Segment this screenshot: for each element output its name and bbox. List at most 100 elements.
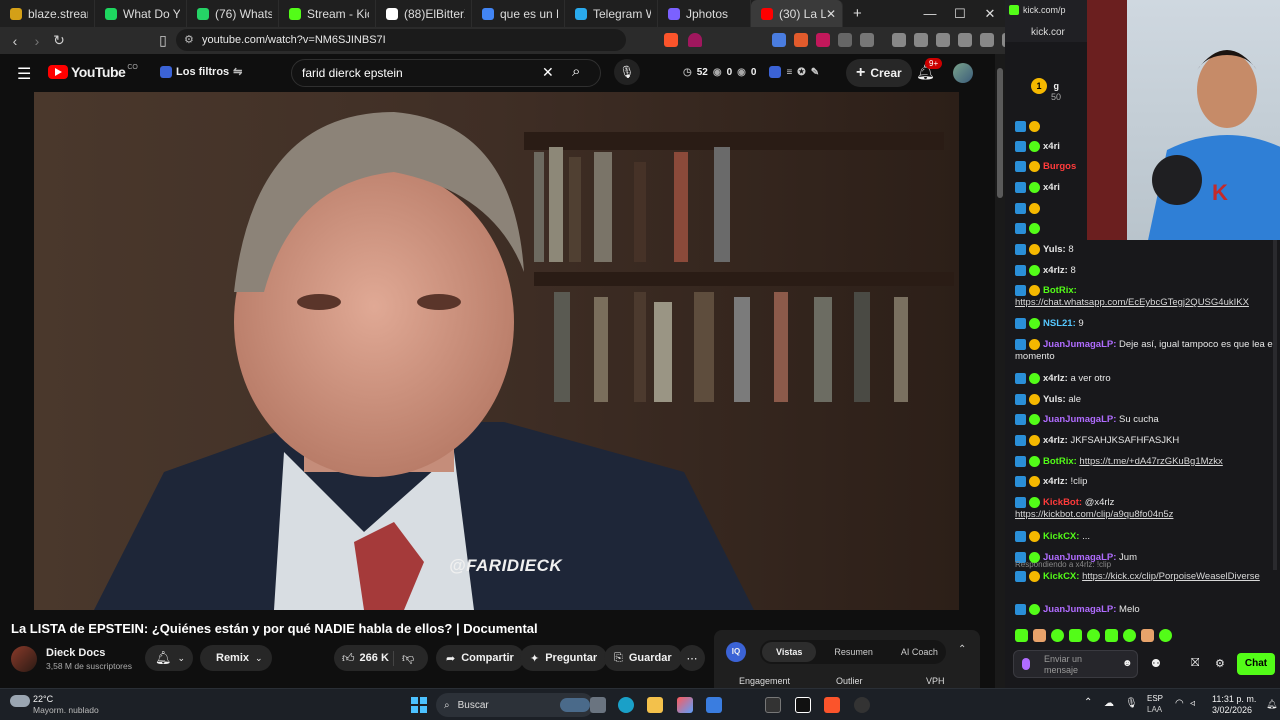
- clock-time[interactable]: 11:31 p. m.: [1212, 694, 1256, 704]
- minimize-button[interactable]: —: [915, 6, 945, 22]
- kick-scrollbar[interactable]: [1273, 240, 1277, 570]
- collapse-icon[interactable]: ⌃: [958, 644, 966, 655]
- emote-icon[interactable]: [1015, 629, 1028, 642]
- page-scrollbar[interactable]: [995, 54, 1005, 688]
- maximize-button[interactable]: ☐: [945, 6, 975, 22]
- chat-username[interactable]: KickBot:: [1043, 497, 1082, 508]
- tray-mic-icon[interactable]: 🎙: [1125, 698, 1138, 709]
- notifications-bell-button[interactable]: 🔔︎ ⌄: [145, 645, 193, 671]
- wifi-icon[interactable]: ◠: [1175, 698, 1184, 709]
- chat-username[interactable]: x4rlz:: [1043, 435, 1068, 446]
- browser-tab[interactable]: (88)ElBitterX (@el: [376, 0, 472, 27]
- browser-tab[interactable]: Telegram Web: [565, 0, 658, 27]
- emote-icon[interactable]: [1069, 629, 1082, 642]
- browser-tab[interactable]: (30) La LI ✕: [751, 0, 843, 27]
- store-icon[interactable]: [706, 697, 722, 713]
- language-indicator[interactable]: ESP: [1147, 694, 1163, 703]
- video-player[interactable]: @FARIDIECK: [34, 92, 959, 610]
- gift-icon[interactable]: ⛝: [1191, 657, 1199, 670]
- tab-resumen[interactable]: Resumen: [834, 647, 873, 657]
- sidebar-icon[interactable]: [914, 33, 928, 47]
- chat-username[interactable]: x4rlz:: [1043, 265, 1068, 276]
- like-button[interactable]: 👍︎ 266 K: [334, 650, 394, 666]
- list-icon[interactable]: ≡: [786, 67, 792, 78]
- scrollbar-thumb[interactable]: [997, 68, 1003, 198]
- filters-button[interactable]: Los filtros ⇋: [160, 65, 242, 78]
- voice-search-icon[interactable]: 🎙: [614, 59, 640, 85]
- search-input[interactable]: farid dierck epstein: [302, 66, 403, 80]
- tray-chevron-icon[interactable]: ⌃: [1084, 697, 1092, 708]
- browser-tab[interactable]: blaze.stream/stre: [0, 0, 95, 27]
- tab-vistas[interactable]: Vistas: [762, 642, 817, 662]
- chat-link[interactable]: https://kickbot.com/clip/a9qu8fo04n5z: [1015, 509, 1275, 521]
- settings-icon[interactable]: ⚙: [1215, 657, 1225, 670]
- vpn-icon[interactable]: [980, 33, 994, 47]
- taskbar-search[interactable]: ⌕ Buscar: [436, 693, 594, 717]
- task-view-icon[interactable]: [590, 697, 606, 713]
- brave-icon[interactable]: [824, 697, 840, 713]
- close-button[interactable]: ✕: [975, 6, 1005, 22]
- chat-username[interactable]: Yuls:: [1043, 244, 1066, 255]
- hamburger-menu-icon[interactable]: ☰: [17, 64, 31, 84]
- chat-username[interactable]: BotRix:: [1043, 285, 1077, 296]
- emote-icon[interactable]: [1159, 629, 1172, 642]
- dislike-button[interactable]: 👎︎: [394, 651, 414, 666]
- ext-icon[interactable]: ✪: [797, 67, 805, 78]
- translate-ext-icon[interactable]: [772, 33, 786, 47]
- chat-username[interactable]: x4rlz:: [1043, 476, 1068, 487]
- chat-link[interactable]: https://kick.cx/clip/PorpoiseWeaselDiver…: [1082, 571, 1260, 582]
- reload-icon[interactable]: ↻: [48, 32, 70, 49]
- chat-username[interactable]: BotRix:: [1043, 456, 1077, 467]
- back-icon[interactable]: ‹: [4, 33, 26, 49]
- tray-icon[interactable]: ☁: [1104, 698, 1114, 709]
- photos-icon[interactable]: [677, 697, 693, 713]
- chat-link[interactable]: https://t.me/+dA47rzGKuBg1Mzkx: [1079, 456, 1222, 467]
- browser-tab[interactable]: Jphotos: [658, 0, 751, 27]
- chat-users-icon[interactable]: ⚉: [1151, 657, 1161, 670]
- avatar[interactable]: [953, 63, 973, 83]
- url-field[interactable]: ⚙ youtube.com/watch?v=NM6SJINBS7I: [176, 29, 626, 51]
- forward-icon[interactable]: ›: [26, 33, 48, 49]
- music-icon[interactable]: [892, 33, 906, 47]
- weather-temp[interactable]: 22°C: [33, 694, 53, 704]
- emote-icon[interactable]: [1141, 629, 1154, 642]
- chat-username[interactable]: JuanJumagaLP:: [1043, 339, 1116, 350]
- emote-icon[interactable]: [1087, 629, 1100, 642]
- chat-username[interactable]: x4ri: [1043, 141, 1060, 152]
- ext-icon[interactable]: [860, 33, 874, 47]
- leo-icon[interactable]: [958, 33, 972, 47]
- search-box[interactable]: farid dierck epstein ✕ ⌕: [291, 59, 601, 87]
- chat-username[interactable]: Burgos: [1043, 161, 1076, 172]
- brave-rewards-icon[interactable]: [688, 33, 702, 47]
- explorer-icon[interactable]: [647, 697, 663, 713]
- mic-icon[interactable]: [1022, 658, 1030, 670]
- notifications-icon[interactable]: 🔔︎: [1266, 699, 1277, 710]
- brave-shield-icon[interactable]: [664, 33, 678, 47]
- ask-button[interactable]: ✦ Preguntar: [520, 645, 608, 671]
- chat-username[interactable]: KickCX:: [1043, 531, 1079, 542]
- clear-icon[interactable]: ✕: [542, 64, 554, 81]
- chat-username[interactable]: x4rlz:: [1043, 373, 1068, 384]
- search-icon[interactable]: ⌕: [572, 63, 580, 80]
- create-button[interactable]: + Crear: [846, 59, 912, 87]
- iq-icon[interactable]: [769, 66, 782, 78]
- emote-icon[interactable]: [1051, 629, 1064, 642]
- share-button[interactable]: ➦ Compartir: [436, 645, 524, 671]
- chat-username[interactable]: x4ri: [1043, 182, 1060, 193]
- youtube-logo[interactable]: YouTube CO: [48, 64, 138, 80]
- remix-button[interactable]: Remix ⌄: [200, 645, 272, 671]
- tab-close-icon[interactable]: ✕: [826, 7, 836, 21]
- chat-link[interactable]: https://chat.whatsapp.com/EcEybcGTegj2QU…: [1015, 297, 1275, 309]
- chat-username[interactable]: NSL21:: [1043, 318, 1076, 329]
- terminal-icon[interactable]: [765, 697, 781, 713]
- volume-icon[interactable]: ◃: [1190, 698, 1195, 709]
- new-tab-button[interactable]: +: [853, 5, 862, 22]
- channel-name[interactable]: Dieck Docs: [46, 647, 105, 659]
- kick-url-field[interactable]: kick.cor: [1031, 27, 1065, 38]
- ext-icon[interactable]: [816, 33, 830, 47]
- browser-tab[interactable]: que es un LUSH: [472, 0, 565, 27]
- puzzle-icon[interactable]: [838, 33, 852, 47]
- chat-username[interactable]: JuanJumagaLP:: [1043, 414, 1116, 425]
- wallet-icon[interactable]: [936, 33, 950, 47]
- emote-icon[interactable]: [1123, 629, 1136, 642]
